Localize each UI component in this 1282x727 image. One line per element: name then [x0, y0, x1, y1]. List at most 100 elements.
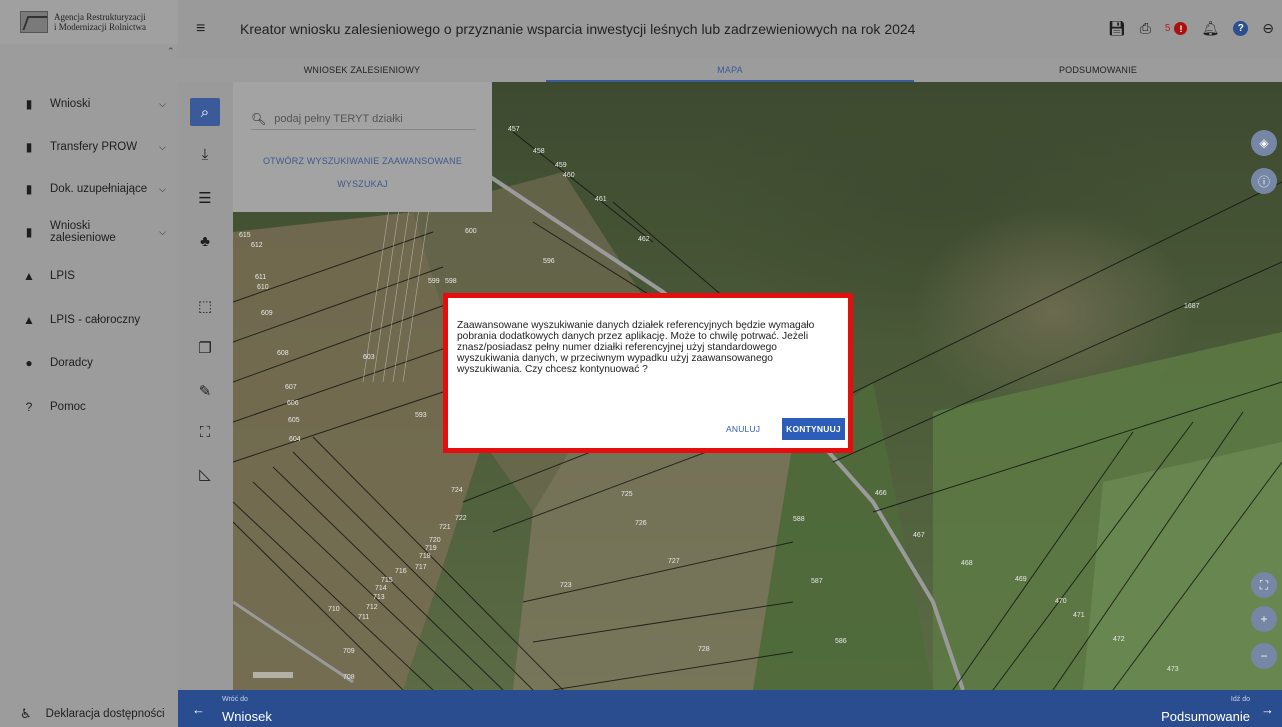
search-button[interactable]: WYSZUKAJ: [233, 179, 492, 189]
parcel-label: 605: [288, 417, 300, 424]
sidebar-item-label: Doradcy: [50, 357, 93, 369]
parcel-label: 467: [913, 532, 925, 539]
select-area-icon[interactable]: ⬚: [190, 292, 220, 320]
arrow-left-icon[interactable]: ←: [192, 702, 205, 717]
parcel-label: 469: [1015, 576, 1027, 583]
chevron-down-icon: ⌵: [159, 183, 166, 194]
sidebar-scroll-up-icon[interactable]: ⌃: [167, 46, 177, 56]
parcel-label: 709: [343, 648, 355, 655]
download-icon[interactable]: ⤓: [190, 140, 220, 168]
parcel-label: 727: [668, 558, 680, 565]
tab-wniosek-zalesieniowy[interactable]: WNIOSEK ZALESIENIOWY: [178, 58, 546, 82]
top-bar: ≡ Kreator wniosku zalesieniowego o przyz…: [178, 0, 1282, 58]
terrain-icon: ▲: [23, 269, 35, 283]
search-tool-icon[interactable]: ⌕: [190, 98, 220, 126]
parcel-label: 714: [375, 585, 387, 592]
terrain-icon: ▲: [23, 313, 35, 327]
parcel-label: 615: [239, 232, 251, 239]
parcel-label: 718: [419, 553, 431, 560]
arimr-emblem-icon: [20, 11, 48, 33]
sidebar-item-label: Pomoc: [50, 401, 86, 413]
arrow-right-icon[interactable]: →: [1261, 702, 1274, 717]
sidebar-item-wnioski[interactable]: ▮ Wnioski ⌵: [22, 93, 172, 115]
parcel-label: 717: [415, 564, 427, 571]
chevron-down-icon: ⌵: [159, 226, 166, 237]
save-icon[interactable]: 💾︎: [1108, 20, 1126, 37]
sidebar-item-label: LPIS: [50, 270, 75, 282]
accessibility-declaration-link[interactable]: ♿ Deklaracja dostępności: [20, 705, 165, 723]
accessibility-label: Deklaracja dostępności: [45, 708, 165, 720]
zoom-in-icon[interactable]: +: [1251, 606, 1277, 632]
parcel-label: 472: [1113, 636, 1125, 643]
parcel-label: 461: [595, 196, 607, 203]
chevron-down-icon: ⌵: [159, 98, 166, 109]
sidebar-item-wnioski-zalesieniowe[interactable]: ▮ Wnioski zalesieniowe ⌵: [22, 220, 172, 244]
document-icon: ▮: [25, 225, 33, 239]
tab-mapa[interactable]: MAPA: [546, 58, 914, 82]
parcel-label: 609: [261, 310, 273, 317]
parcel-label: 712: [366, 604, 378, 611]
parcel-label: 587: [811, 578, 823, 585]
cancel-button[interactable]: ANULUJ: [726, 424, 760, 434]
rectangle-select-icon[interactable]: ⛶: [190, 418, 220, 446]
document-icon: ▮: [25, 97, 33, 111]
parcel-label: 598: [445, 278, 457, 285]
parcel-label: 604: [289, 436, 301, 443]
sidebar-item-pomoc[interactable]: ? Pomoc: [22, 396, 172, 418]
search-icon: 🔍︎: [251, 111, 267, 126]
copy-layers-icon[interactable]: ❐: [190, 334, 220, 362]
info-icon[interactable]: ⓘ: [1251, 168, 1277, 194]
help-icon[interactable]: ?: [1233, 21, 1249, 36]
map-toolbar: ⌕ ⤓ ☰ ♣ ⬚ ❐ ✎ ⛶ ◺: [178, 82, 233, 690]
forward-button[interactable]: Podsumowanie: [1161, 709, 1250, 724]
logo[interactable]: Agencja Restrukturyzacji i Modernizacji …: [0, 0, 178, 44]
parcel-label: 473: [1167, 666, 1179, 673]
parcel-label: 600: [465, 228, 477, 235]
parcel-label: 611: [255, 274, 267, 281]
sidebar-item-transfery-prow[interactable]: ▮ Transfery PROW ⌵: [22, 136, 172, 158]
parcel-label: 713: [373, 594, 385, 601]
parcel-label: 459: [555, 162, 567, 169]
parcel-label: 460: [563, 172, 575, 179]
back-button[interactable]: Wniosek: [222, 709, 272, 724]
print-icon[interactable]: ⎙: [1140, 20, 1151, 37]
alert-icon[interactable]: !: [1174, 22, 1188, 35]
bottom-nav-bar: ← Wróć do Wniosek Idź do Podsumowanie →: [178, 690, 1282, 727]
parcel-label: 471: [1073, 612, 1085, 619]
logo-line-1: Agencja Restrukturyzacji: [54, 12, 146, 22]
forest-icon[interactable]: ♣: [190, 227, 220, 255]
parcel-label: 608: [277, 350, 289, 357]
help-icon: ?: [25, 400, 33, 414]
parcel-label: 610: [257, 284, 269, 291]
sidebar-item-dok-uzupelniajace[interactable]: ▮ Dok. uzupełniające ⌵: [22, 178, 172, 200]
parcel-label: 725: [621, 491, 633, 498]
pencil-icon[interactable]: ✎: [190, 377, 220, 405]
bell-icon[interactable]: 🔔︎: [1201, 20, 1219, 37]
parcel-label: 596: [543, 258, 555, 265]
continue-button[interactable]: KONTYNUUJ: [782, 418, 845, 440]
zoom-out-icon[interactable]: −: [1251, 643, 1277, 669]
sidebar-item-label: Wnioski: [50, 98, 91, 110]
parcel-label: 607: [285, 384, 297, 391]
parcel-label: 719: [425, 545, 437, 552]
measure-icon[interactable]: ◺: [190, 460, 220, 488]
accessibility-icon: ♿: [20, 706, 32, 721]
fullscreen-icon[interactable]: ⛶: [1251, 572, 1277, 598]
sidebar-item-lpis[interactable]: ▲ LPIS: [22, 265, 172, 287]
parcel-label: 462: [638, 236, 650, 243]
parcel-label: 715: [381, 577, 393, 584]
sidebar-item-lpis-caloroczny[interactable]: ▲ LPIS - całoroczny: [22, 309, 172, 331]
tab-podsumowanie[interactable]: PODSUMOWANIE: [914, 58, 1282, 82]
document-icon: ▮: [25, 182, 33, 196]
user-icon[interactable]: ⊖: [1262, 20, 1274, 37]
advanced-search-link[interactable]: OTWÓRZ WYSZUKIWANIE ZAAWANSOWANE: [233, 156, 492, 166]
layers-icon[interactable]: ◈: [1251, 130, 1277, 156]
parcel-label: 606: [287, 400, 299, 407]
confirm-dialog: Zaawansowane wyszukiwanie danych działek…: [443, 293, 853, 453]
parcel-label: 721: [439, 524, 451, 531]
parcel-label: 724: [451, 487, 463, 494]
teryt-search-input[interactable]: [274, 112, 465, 125]
list-icon[interactable]: ☰: [190, 184, 220, 212]
sidebar-item-doradcy[interactable]: ● Doradcy: [22, 352, 172, 374]
menu-icon[interactable]: ≡: [196, 20, 205, 38]
